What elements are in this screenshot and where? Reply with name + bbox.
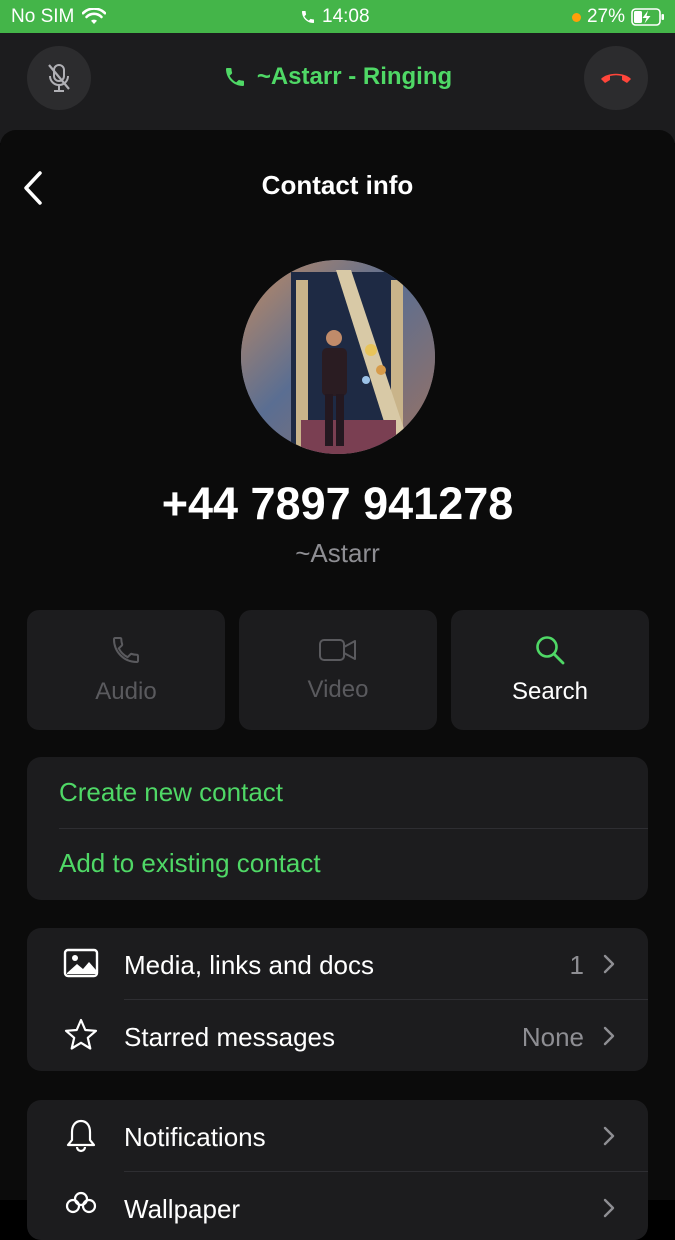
media-card: Media, links and docs 1 Starred messages…: [27, 928, 648, 1071]
chevron-right-icon: [603, 954, 615, 974]
settings-card: Notifications Wallpaper: [27, 1100, 648, 1240]
mic-in-use-dot: [571, 12, 581, 22]
status-left: No SIM: [11, 6, 107, 28]
contact-info-sheet: Contact info +44 7897 941278 ~Astarr Aud…: [0, 130, 675, 1240]
audio-call-button[interactable]: Audio: [27, 610, 225, 730]
notifications-label: Notifications: [124, 1122, 266, 1152]
wallpaper-label: Wallpaper: [124, 1194, 241, 1224]
contact-options-card: Create new contact Add to existing conta…: [27, 757, 648, 900]
media-links-docs-row[interactable]: Media, links and docs 1: [27, 928, 648, 999]
status-right: 27%: [571, 6, 665, 28]
phone-icon: [225, 68, 244, 86]
chevron-right-icon: [603, 1126, 615, 1146]
active-call-bar: ~Astarr - Ringing: [0, 33, 675, 143]
end-call-button[interactable]: [584, 46, 648, 110]
video-call-button[interactable]: Video: [239, 610, 437, 730]
wifi-icon: [82, 8, 107, 24]
page-title: Contact info: [261, 170, 414, 200]
bell-icon: [66, 1119, 96, 1153]
star-icon: [64, 1018, 98, 1050]
battery-percent: 27%: [586, 6, 625, 27]
search-icon: [536, 636, 565, 665]
search-label: Search: [511, 678, 589, 705]
carrier-label: No SIM: [11, 6, 75, 27]
contact-phone-number: +44 7897 941278: [161, 478, 514, 529]
image-icon: [63, 948, 99, 978]
clock-label: 14:08: [322, 6, 370, 27]
audio-label: Audio: [95, 678, 157, 705]
chevron-right-icon: [603, 1026, 615, 1046]
media-links-docs-label: Media, links and docs: [124, 950, 375, 980]
wallpaper-row[interactable]: Wallpaper: [27, 1172, 648, 1240]
notifications-row[interactable]: Notifications: [27, 1100, 648, 1171]
create-new-contact-link[interactable]: Create new contact: [59, 777, 283, 808]
chevron-right-icon: [603, 1198, 615, 1218]
divider: [59, 828, 648, 829]
video-icon: [319, 639, 356, 661]
video-label: Video: [307, 676, 369, 703]
media-count: 1: [569, 950, 584, 980]
call-indicator-icon: [302, 11, 314, 23]
status-center: 14:08: [300, 6, 370, 28]
flower-icon: [65, 1191, 97, 1214]
call-status[interactable]: ~Astarr - Ringing: [0, 63, 675, 91]
call-status-text: ~Astarr - Ringing: [256, 63, 453, 90]
battery-charging-icon: [631, 8, 664, 26]
contact-username: ~Astarr: [295, 538, 380, 568]
starred-messages-label: Starred messages: [124, 1022, 335, 1052]
starred-messages-row[interactable]: Starred messages None: [27, 1000, 648, 1071]
profile-photo: [241, 260, 435, 454]
hang-up-icon: [601, 73, 631, 83]
status-bar: No SIM 14:08 27%: [0, 0, 675, 33]
search-button[interactable]: Search: [451, 610, 649, 730]
phone-icon: [112, 637, 139, 664]
add-to-existing-contact-link[interactable]: Add to existing contact: [59, 848, 321, 879]
avatar[interactable]: [241, 260, 435, 454]
starred-count: None: [521, 1022, 584, 1052]
